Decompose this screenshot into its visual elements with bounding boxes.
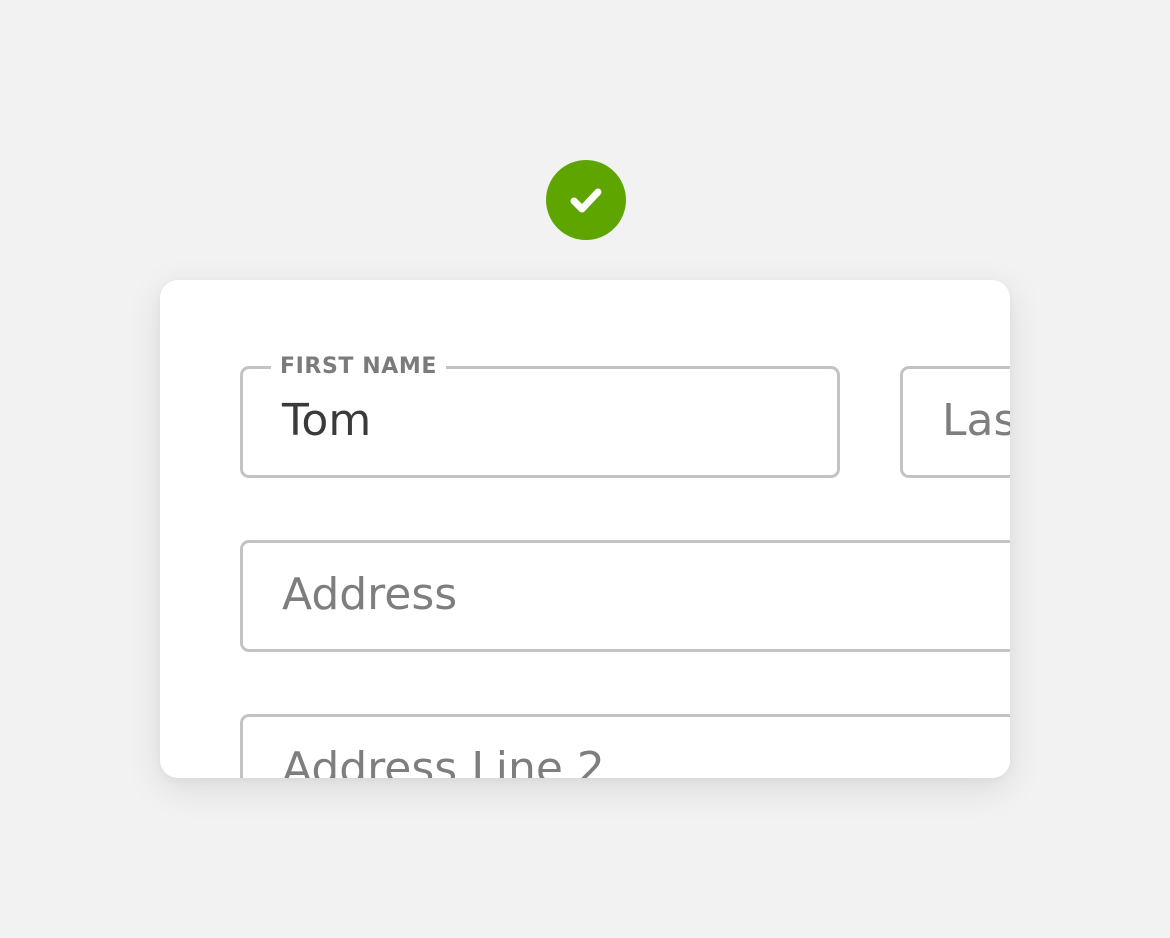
address-line-2-placeholder[interactable]: Address Line 2 — [282, 741, 605, 778]
checkmark-icon — [570, 188, 602, 213]
address-field[interactable]: Address — [240, 540, 1010, 652]
address-placeholder[interactable]: Address — [282, 567, 457, 623]
first-name-label: FIRST NAME — [271, 354, 447, 380]
first-name-value[interactable]: Tom — [282, 393, 371, 449]
address-line-2-field[interactable]: Address Line 2 — [240, 714, 1010, 778]
success-checkmark-icon — [546, 160, 626, 240]
last-name-field[interactable]: Last Name — [900, 366, 1010, 478]
last-name-placeholder[interactable]: Last Name — [942, 393, 1010, 449]
address-form-card: FIRST NAME Tom Last Name Address Address… — [160, 280, 1010, 778]
first-name-field[interactable]: FIRST NAME Tom — [240, 354, 840, 478]
